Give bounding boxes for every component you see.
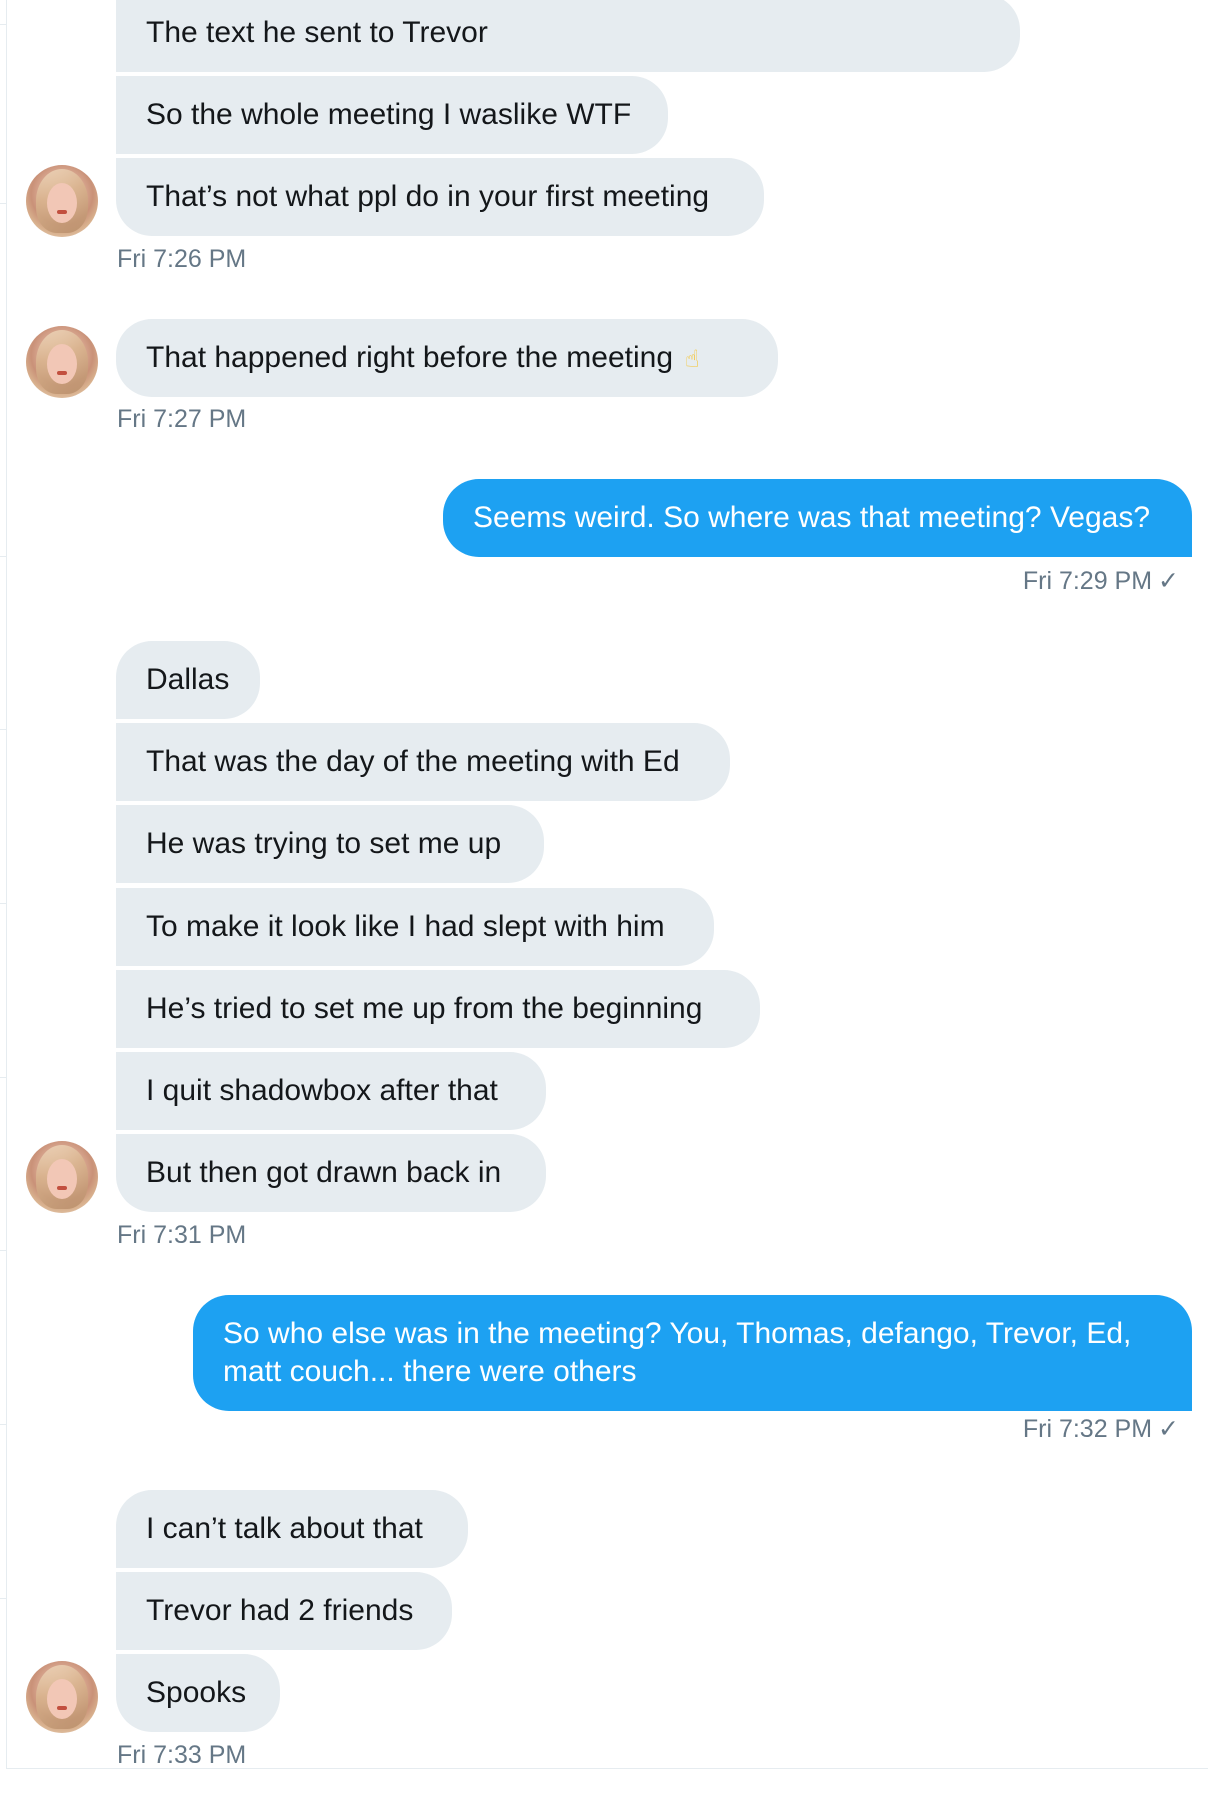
incoming-message-bubble[interactable]: That was the day of the meeting with Ed [116,723,730,801]
message-line: matt couch... there were others [223,1355,637,1388]
outgoing-message-bubble[interactable]: So who else was in the meeting? You, Tho… [193,1295,1192,1411]
message-text: That happened right before the meeting [146,341,674,374]
checkmark-icon: ✓ [1158,567,1179,595]
avatar[interactable] [26,326,98,398]
message-timestamp: Fri 7:26 PM [117,245,247,273]
incoming-message-bubble[interactable]: I quit shadowbox after that [116,1052,546,1130]
incoming-message-bubble[interactable]: He’s tried to set me up from the beginni… [116,970,760,1048]
outgoing-message-bubble[interactable]: Seems weird. So where was that meeting? … [443,479,1192,557]
incoming-message-bubble[interactable]: So the whole meeting I waslike WTF [116,76,668,154]
incoming-message-bubble[interactable]: But then got drawn back in [116,1134,546,1212]
message-timestamp: Fri 7:32 PM ✓ [1023,1414,1179,1444]
message-timestamp: Fri 7:29 PM ✓ [1023,566,1179,596]
incoming-message-bubble[interactable]: Dallas [116,641,260,719]
message-timestamp: Fri 7:27 PM [117,405,247,433]
avatar[interactable] [26,1661,98,1733]
avatar[interactable] [26,165,98,237]
incoming-message-bubble[interactable]: To make it look like I had slept with hi… [116,888,714,966]
message-timestamp: Fri 7:33 PM [117,1741,247,1769]
checkmark-icon: ✓ [1158,1415,1179,1443]
timestamp-text: Fri 7:29 PM [1022,567,1153,595]
incoming-message-bubble[interactable]: The text he sent to Trevor [116,0,1020,72]
incoming-message-bubble[interactable]: Spooks [116,1654,280,1732]
avatar[interactable] [26,1141,98,1213]
incoming-message-bubble[interactable]: I can’t talk about that [116,1490,468,1568]
incoming-message-bubble[interactable]: Trevor had 2 friends [116,1572,452,1650]
incoming-message-bubble[interactable]: That’s not what ppl do in your first mee… [116,158,764,236]
message-timestamp: Fri 7:31 PM [117,1221,247,1249]
message-line: So who else was in the meeting? You, Tho… [223,1317,1132,1350]
incoming-message-bubble[interactable]: That happened right before the meeting ☝ [116,319,778,397]
timestamp-text: Fri 7:32 PM [1022,1415,1153,1443]
message-thread: The text he sent to Trevor So the whole … [0,0,1208,1796]
pointing-up-icon: ☝ [685,346,700,373]
incoming-message-bubble[interactable]: He was trying to set me up [116,805,544,883]
